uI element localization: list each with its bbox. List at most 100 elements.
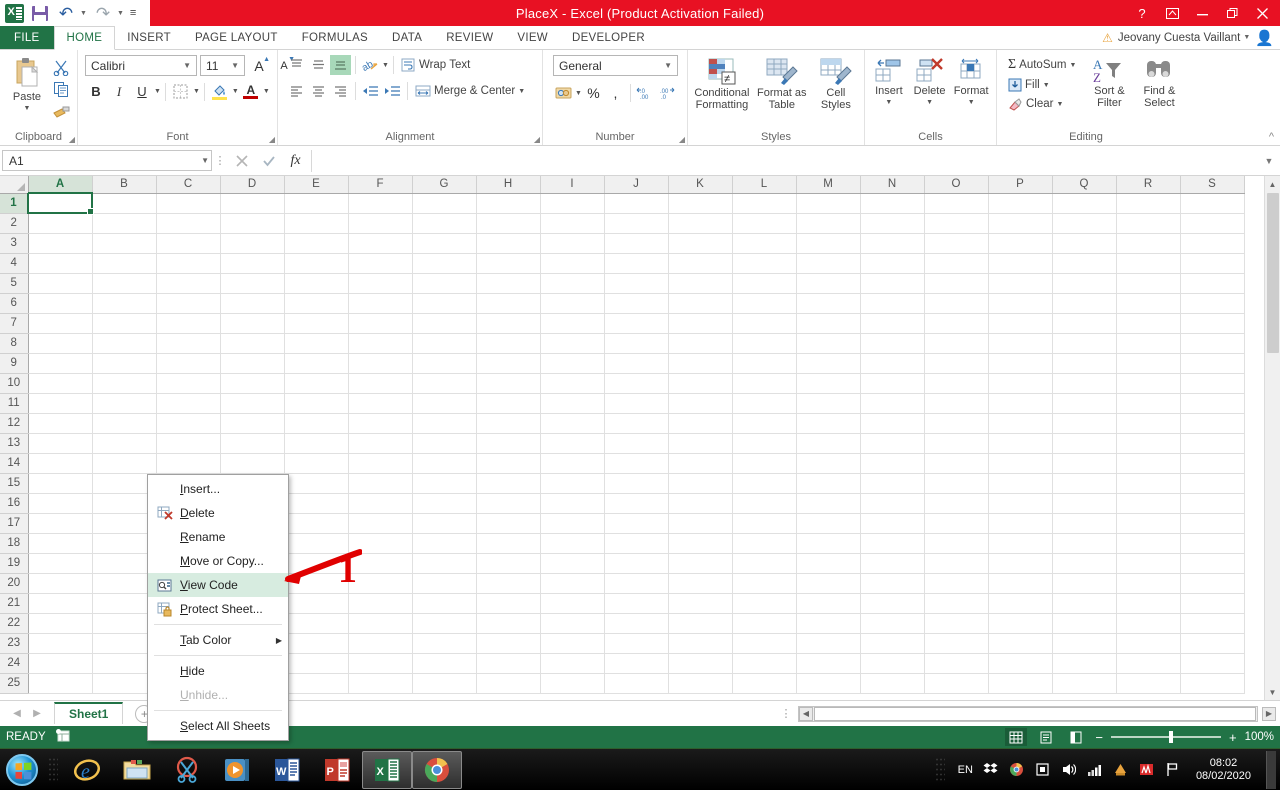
- delete-cells-button[interactable]: Delete ▼: [909, 55, 951, 109]
- cell-C10[interactable]: [156, 373, 221, 394]
- cell-P3[interactable]: [988, 233, 1053, 254]
- zoom-level-label[interactable]: 100%: [1245, 731, 1274, 743]
- cell-O17[interactable]: [924, 513, 989, 534]
- cell-A16[interactable]: [28, 493, 93, 514]
- cell-O20[interactable]: [924, 573, 989, 594]
- cell-N2[interactable]: [860, 213, 925, 234]
- cell-K10[interactable]: [668, 373, 733, 394]
- help-button[interactable]: ?: [1128, 1, 1156, 25]
- row-header-25[interactable]: 25: [0, 673, 29, 694]
- cell-G17[interactable]: [412, 513, 477, 534]
- cell-M13[interactable]: [796, 433, 861, 454]
- cell-M7[interactable]: [796, 313, 861, 334]
- cell-L6[interactable]: [732, 293, 797, 314]
- cell-L1[interactable]: [732, 193, 797, 214]
- taskbar-item-file-explorer[interactable]: [112, 751, 162, 789]
- cell-S17[interactable]: [1180, 513, 1245, 534]
- redo-icon[interactable]: ↷: [93, 3, 113, 23]
- cell-J10[interactable]: [604, 373, 669, 394]
- cell-R11[interactable]: [1116, 393, 1181, 414]
- cell-B7[interactable]: [92, 313, 157, 334]
- cell-M3[interactable]: [796, 233, 861, 254]
- cell-N1[interactable]: [860, 193, 925, 214]
- cell-D12[interactable]: [220, 413, 285, 434]
- cell-Q5[interactable]: [1052, 273, 1117, 294]
- customize-quick-access-toolbar-icon[interactable]: ≡: [130, 7, 136, 19]
- cell-O4[interactable]: [924, 253, 989, 274]
- cell-P2[interactable]: [988, 213, 1053, 234]
- cell-F12[interactable]: [348, 413, 413, 434]
- row-header-6[interactable]: 6: [0, 293, 29, 314]
- cell-K5[interactable]: [668, 273, 733, 294]
- cell-S7[interactable]: [1180, 313, 1245, 334]
- cell-L25[interactable]: [732, 673, 797, 694]
- taskbar-item-internet-explorer[interactable]: e: [62, 751, 112, 789]
- cell-E16[interactable]: [284, 493, 349, 514]
- cell-M20[interactable]: [796, 573, 861, 594]
- cell-O24[interactable]: [924, 653, 989, 674]
- previous-sheet-icon[interactable]: ◀: [8, 708, 26, 719]
- cell-N24[interactable]: [860, 653, 925, 674]
- context-menu-item-tab-color[interactable]: Tab Color ▶: [148, 628, 288, 652]
- cell-R3[interactable]: [1116, 233, 1181, 254]
- horizontal-splitter[interactable]: ⋮: [778, 707, 794, 720]
- cell-J2[interactable]: [604, 213, 669, 234]
- cell-G11[interactable]: [412, 393, 477, 414]
- cell-L14[interactable]: [732, 453, 797, 474]
- name-box[interactable]: A1 ▼: [2, 150, 212, 171]
- cell-O8[interactable]: [924, 333, 989, 354]
- cell-E21[interactable]: [284, 593, 349, 614]
- cell-K7[interactable]: [668, 313, 733, 334]
- cell-R5[interactable]: [1116, 273, 1181, 294]
- cell-R9[interactable]: [1116, 353, 1181, 374]
- cell-J14[interactable]: [604, 453, 669, 474]
- cell-C12[interactable]: [156, 413, 221, 434]
- cell-I11[interactable]: [540, 393, 605, 414]
- sheet-tab-sheet1[interactable]: Sheet1: [54, 702, 124, 724]
- cell-I16[interactable]: [540, 493, 605, 514]
- cell-styles-button[interactable]: Cell Styles: [812, 55, 860, 111]
- cell-K13[interactable]: [668, 433, 733, 454]
- cell-C7[interactable]: [156, 313, 221, 334]
- cell-H12[interactable]: [476, 413, 541, 434]
- volume-icon[interactable]: [1060, 761, 1077, 778]
- cell-S22[interactable]: [1180, 613, 1245, 634]
- tab-data[interactable]: DATA: [380, 26, 434, 49]
- column-header-M[interactable]: M: [796, 176, 861, 194]
- column-header-N[interactable]: N: [860, 176, 925, 194]
- cell-H3[interactable]: [476, 233, 541, 254]
- cell-B1[interactable]: [92, 193, 157, 214]
- cell-H4[interactable]: [476, 253, 541, 274]
- cell-J25[interactable]: [604, 673, 669, 694]
- cell-H9[interactable]: [476, 353, 541, 374]
- row-header-17[interactable]: 17: [0, 513, 29, 534]
- align-top-button[interactable]: [286, 55, 307, 75]
- underline-dropdown-icon[interactable]: ▼: [154, 88, 161, 95]
- cell-F20[interactable]: [348, 573, 413, 594]
- cell-J8[interactable]: [604, 333, 669, 354]
- cell-S13[interactable]: [1180, 433, 1245, 454]
- row-header-19[interactable]: 19: [0, 553, 29, 574]
- cell-S8[interactable]: [1180, 333, 1245, 354]
- cell-R10[interactable]: [1116, 373, 1181, 394]
- row-header-4[interactable]: 4: [0, 253, 29, 274]
- cell-C4[interactable]: [156, 253, 221, 274]
- cell-C5[interactable]: [156, 273, 221, 294]
- cell-J1[interactable]: [604, 193, 669, 214]
- cell-C6[interactable]: [156, 293, 221, 314]
- column-header-G[interactable]: G: [412, 176, 477, 194]
- cell-E9[interactable]: [284, 353, 349, 374]
- cell-Q23[interactable]: [1052, 633, 1117, 654]
- page-layout-view-button[interactable]: [1035, 728, 1057, 746]
- cell-F11[interactable]: [348, 393, 413, 414]
- cell-K15[interactable]: [668, 473, 733, 494]
- cell-K18[interactable]: [668, 533, 733, 554]
- cell-A22[interactable]: [28, 613, 93, 634]
- cell-H6[interactable]: [476, 293, 541, 314]
- cell-I19[interactable]: [540, 553, 605, 574]
- cell-G6[interactable]: [412, 293, 477, 314]
- cell-G24[interactable]: [412, 653, 477, 674]
- cell-M15[interactable]: [796, 473, 861, 494]
- row-header-18[interactable]: 18: [0, 533, 29, 554]
- cell-S12[interactable]: [1180, 413, 1245, 434]
